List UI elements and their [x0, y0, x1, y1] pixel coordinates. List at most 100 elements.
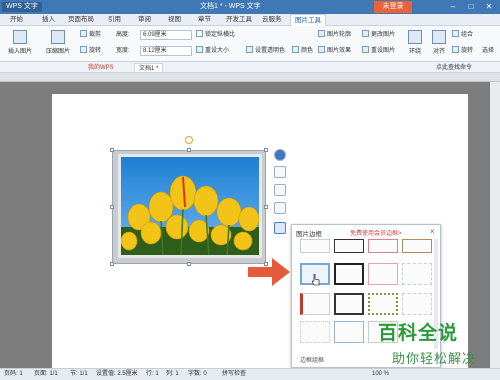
border-option[interactable] [368, 239, 398, 253]
resize-handle-bl[interactable] [110, 262, 114, 266]
reset-size-button[interactable]: 重设大小 [196, 46, 229, 57]
tab-view[interactable]: 视图 [164, 14, 185, 26]
tab-picture-tools[interactable]: 图片工具 [290, 14, 326, 26]
watermark: 百科全说 助你轻松解决 [378, 318, 498, 370]
border-option[interactable] [334, 263, 364, 285]
effect-label: 图片效果 [327, 48, 352, 54]
annotation-arrow [248, 258, 290, 286]
border-option[interactable] [300, 321, 330, 343]
login-button[interactable]: 未登录 [374, 1, 412, 13]
watermark-title: 百科全说 [378, 323, 459, 344]
wrap-label: 环绕 [408, 49, 421, 55]
rotate2-icon [452, 46, 459, 53]
checkbox-icon [196, 30, 203, 37]
vip-border-link[interactable]: 免费使用会员边框> [350, 228, 402, 237]
resize-handle-left[interactable] [110, 205, 114, 209]
collapse-icon[interactable] [274, 149, 286, 161]
doc-tab-document1[interactable]: 文档1 * [134, 63, 164, 73]
border-option[interactable] [300, 239, 330, 253]
reset-picture-icon [362, 46, 369, 53]
resize-handle-bottom[interactable] [187, 262, 191, 266]
resize-handle-right[interactable] [264, 205, 268, 209]
zoom-level[interactable]: 100 % [372, 369, 389, 380]
app-menu-button[interactable]: WPS 文字 [2, 2, 42, 12]
status-words: 字数: 0 [188, 371, 207, 377]
border-option[interactable] [334, 293, 364, 315]
tab-developer[interactable]: 开发工具 [222, 14, 256, 26]
group-label: 组合 [461, 32, 474, 38]
tab-review[interactable]: 审阅 [134, 14, 155, 26]
picture-effect-button[interactable]: 图片效果 [318, 46, 351, 57]
tab-reference[interactable]: 引用 [104, 14, 125, 26]
color-label: 颜色 [301, 48, 314, 54]
lock-ratio-checkbox[interactable]: 锁定纵横比 [196, 30, 235, 41]
border-option[interactable] [334, 239, 364, 253]
border-option[interactable] [402, 263, 432, 285]
compress-icon [51, 30, 65, 44]
tab-layout[interactable]: 页面布局 [64, 14, 98, 26]
tab-insert[interactable]: 插入 [38, 14, 59, 26]
layout-options-icon[interactable] [274, 166, 286, 178]
rotate-button[interactable]: 旋转 [80, 46, 101, 57]
height-label: 高度: [116, 32, 130, 38]
rotate2-button[interactable]: 旋转 [452, 46, 473, 57]
ribbon: 插入图片 压缩图片 裁剪 旋转 高度: 6.09厘米 宽度: 8.12厘米 锁定… [0, 26, 500, 62]
crop-icon [80, 30, 87, 37]
close-icon[interactable]: ✕ [484, 2, 494, 12]
wrap-button[interactable]: 环绕 [404, 29, 426, 59]
menu-tabs: 开始 插入 页面布局 引用 审阅 视图 章节 开发工具 云服务 图片工具 [0, 14, 500, 26]
border-option[interactable] [368, 263, 398, 285]
rotate-icon [80, 46, 87, 53]
tab-cloud[interactable]: 云服务 [258, 14, 286, 26]
color-button[interactable]: 颜色 [292, 46, 313, 57]
border-option[interactable] [402, 293, 432, 315]
change-picture-icon [362, 30, 369, 37]
reset-picture-label: 重设图片 [371, 48, 396, 54]
tulip-image [121, 157, 259, 255]
lock-ratio-label: 锁定纵横比 [205, 32, 236, 38]
zoom-icon[interactable] [274, 184, 286, 196]
picture-outline-button[interactable]: 图片轮廓 [318, 30, 351, 41]
wrap-icon [408, 30, 422, 44]
compress-picture-button[interactable]: 压缩图片 [42, 29, 74, 59]
border-option[interactable] [402, 239, 432, 253]
outline-label: 图片轮廓 [327, 32, 352, 38]
border-option[interactable] [300, 293, 330, 315]
command-search[interactable]: 点此查找命令 [432, 63, 476, 73]
tulip-picture[interactable] [118, 154, 262, 258]
transparent-color-button[interactable]: 设置透明色 [246, 46, 285, 57]
crop-button[interactable]: 裁剪 [80, 30, 101, 41]
resize-handle-top[interactable] [187, 148, 191, 152]
resize-handle-tr[interactable] [264, 148, 268, 152]
rotate-label: 旋转 [89, 48, 102, 54]
minimize-icon[interactable]: – [448, 2, 458, 12]
tab-chapter[interactable]: 章节 [194, 14, 215, 26]
maximize-icon[interactable]: □ [466, 2, 476, 12]
change-picture-label: 更改图片 [371, 32, 396, 38]
hand-cursor-icon [311, 273, 320, 286]
border-option[interactable] [368, 293, 398, 315]
reset-picture-button[interactable]: 重设图片 [362, 46, 395, 57]
height-input[interactable]: 6.09厘米 [140, 30, 192, 40]
align-icon [432, 30, 446, 44]
crop-label: 裁剪 [89, 32, 102, 38]
tab-start[interactable]: 开始 [6, 14, 27, 26]
border-option[interactable] [334, 321, 364, 343]
rotate-handle-icon[interactable] [185, 136, 193, 144]
resize-handle-tl[interactable] [110, 148, 114, 152]
status-page: 页码: 1 [4, 371, 23, 377]
picture-icon [13, 30, 27, 44]
watermark-subtitle: 助你轻松解决 [392, 351, 477, 366]
width-input[interactable]: 8.12厘米 [140, 46, 192, 56]
change-picture-button[interactable]: 更改图片 [362, 30, 395, 41]
crop-side-icon[interactable] [274, 202, 286, 214]
group-icon [452, 30, 459, 37]
insert-picture-button[interactable]: 插入图片 [4, 29, 36, 59]
popup-close-icon[interactable]: × [430, 227, 435, 236]
align-button[interactable]: 对齐 [428, 29, 450, 59]
select-button[interactable]: 选择 [482, 46, 494, 57]
spell-check-button[interactable]: 拼写检查 [222, 369, 246, 380]
group-button[interactable]: 组合 [452, 30, 473, 41]
doc-tab-mywps[interactable]: 我的WPS [84, 63, 118, 73]
picture-border-icon[interactable] [274, 222, 286, 234]
